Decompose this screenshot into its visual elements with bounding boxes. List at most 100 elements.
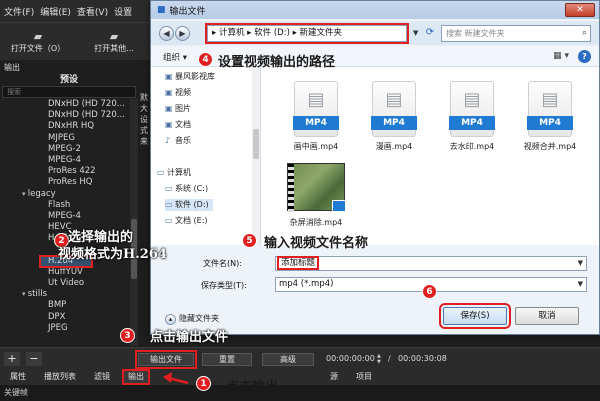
menu-edit[interactable]: 编辑(E) xyxy=(40,5,71,18)
file-name: 漫画.mp4 xyxy=(375,142,413,151)
address-dropdown-icon[interactable]: ▼ xyxy=(413,29,418,37)
preset-search-input[interactable]: 搜索 xyxy=(2,86,136,98)
step-badge-3: 3 xyxy=(120,328,135,343)
nav-item-label: 文档 (E:) xyxy=(175,216,208,225)
video-file-icon: ▤ MP4 xyxy=(527,81,573,137)
folder-open-icon: ▰ xyxy=(33,29,43,43)
preset-group[interactable]: legacy xyxy=(0,189,130,200)
preset-item[interactable]: ProRes 422 xyxy=(0,166,130,177)
file-type-badge: MP4 xyxy=(449,116,495,130)
save-button[interactable]: 保存(S) xyxy=(439,303,511,329)
tab-playlist[interactable]: 播放列表 xyxy=(44,371,76,383)
presets-heading: 预设 xyxy=(59,75,78,85)
preset-item[interactable]: DNxHR HQ xyxy=(0,121,130,132)
dialog-titlebar[interactable]: ■ 输出文件 xyxy=(151,1,599,19)
cancel-button[interactable]: 取消 xyxy=(515,307,579,325)
app-toolbar: ▰ 打开文件（O） ▰ 打开其他... xyxy=(0,22,160,60)
preset-item[interactable]: HuffYUV xyxy=(0,267,130,278)
preset-item[interactable]: MPEG-4 xyxy=(0,211,130,222)
file-type-badge: MP4 xyxy=(527,116,573,130)
dock-tabs: 属性 播放列表 滤镜 输出 源 项目 xyxy=(0,369,600,385)
tab-project[interactable]: 项目 xyxy=(356,371,372,383)
file-item[interactable]: ▤ MP4 画中画.mp4 xyxy=(281,73,351,163)
help-icon[interactable]: ? xyxy=(578,50,591,63)
file-name: 去水印.mp4 xyxy=(449,142,495,151)
tab-source[interactable]: 源 xyxy=(330,371,338,383)
nav-item-label: 音乐 xyxy=(175,136,191,145)
nav-item[interactable]: ▣ 视频 xyxy=(165,87,191,99)
nav-item[interactable]: ▭ 系统 (C:) xyxy=(165,183,208,195)
tab-properties[interactable]: 属性 xyxy=(10,371,26,383)
export-file-button[interactable]: 输出文件 xyxy=(135,350,197,369)
video-file-icon: ▤ MP4 xyxy=(449,81,495,137)
app-menubar: 文件(F) 编辑(E) 查看(V) 设置 xyxy=(0,0,160,22)
open-other-button[interactable]: ▰ 打开其他... xyxy=(78,30,150,54)
file-item[interactable]: ▤ MP4 去水印.mp4 xyxy=(437,73,507,163)
preset-item[interactable]: Ut Video xyxy=(0,278,130,289)
step-badge-6: 6 xyxy=(422,284,437,299)
nav-item[interactable]: ▭ 软件 (D:) xyxy=(165,199,213,211)
folder-search-input[interactable]: 搜索 新建文件夹 ⌕ xyxy=(441,25,591,42)
preset-list-scrollbar[interactable] xyxy=(130,99,138,346)
timecode-stepper[interactable]: ▲ ▼ xyxy=(377,353,383,365)
filename-input[interactable]: 添加标题 ▼ xyxy=(275,256,587,271)
nav-scrollbar-thumb[interactable] xyxy=(253,129,259,159)
timecode-in[interactable]: 00:00:00:00 xyxy=(326,354,375,363)
menu-view[interactable]: 查看(V) xyxy=(77,5,108,18)
preset-item[interactable]: DPX xyxy=(0,312,130,323)
preset-item[interactable]: DNxHD (HD 720... xyxy=(0,99,130,110)
navigation-scrollbar[interactable] xyxy=(252,67,260,245)
drive-icon: ▭ xyxy=(165,216,173,225)
reset-button[interactable]: 重置 xyxy=(202,353,252,366)
view-options-icon[interactable]: ▦ ▾ xyxy=(553,51,569,61)
preset-item[interactable]: ProRes HQ xyxy=(0,177,130,188)
dialog-app-icon: ■ xyxy=(157,5,166,15)
export-bottom-bar: + − 输出文件 重置 高级 00:00:00:00 ▲ ▼ / 00:00:30… xyxy=(0,347,600,369)
video-file-icon: ▤ MP4 xyxy=(371,81,417,137)
preset-item[interactable]: MPEG-4 xyxy=(0,155,130,166)
film-reel-icon: ▤ xyxy=(385,89,403,110)
forward-button[interactable]: ▶ xyxy=(175,26,190,41)
dialog-close-button[interactable]: ✕ xyxy=(565,3,595,17)
nav-item[interactable]: ♪ 音乐 xyxy=(165,135,191,147)
preset-group[interactable]: stills xyxy=(0,289,130,300)
preset-item[interactable]: BMP xyxy=(0,300,130,311)
tab-filters[interactable]: 滤镜 xyxy=(94,371,110,383)
preset-item[interactable]: MJPEG xyxy=(0,133,130,144)
nav-item[interactable]: ▣ 暴风影视库 xyxy=(165,71,215,83)
preset-item[interactable]: Flash xyxy=(0,200,130,211)
preset-item[interactable]: MPEG-2 xyxy=(0,144,130,155)
tab-export[interactable]: 输出 xyxy=(122,369,150,385)
back-button[interactable]: ◀ xyxy=(159,26,174,41)
file-item[interactable]: ▤ MP4 漫画.mp4 xyxy=(359,73,429,163)
film-reel-icon: ▤ xyxy=(307,89,325,110)
add-preset-button[interactable]: + xyxy=(4,352,20,366)
menu-settings[interactable]: 设置 xyxy=(114,5,132,18)
filetype-value: mp4 (*.mp4) xyxy=(279,279,334,289)
nav-item[interactable]: ▭ 文档 (E:) xyxy=(165,215,208,227)
file-item[interactable]: ▤ MP4 视频合并.mp4 xyxy=(515,73,585,163)
chevron-down-icon[interactable]: ▼ xyxy=(578,257,583,270)
address-bar[interactable]: ▸ 计算机 ▸ 软件 (D:) ▸ 新建文件夹 xyxy=(205,23,409,44)
search-placeholder: 搜索 新建文件夹 xyxy=(446,29,505,38)
nav-item[interactable]: ▭ 计算机 xyxy=(157,167,191,179)
hide-folders-toggle[interactable]: ▴ 隐藏文件夹 xyxy=(165,313,219,325)
nav-item[interactable]: ▣ 图片 xyxy=(165,103,191,115)
note-click-export: 点击输出 xyxy=(226,380,279,395)
open-other-label: 打开其他... xyxy=(94,43,134,53)
preset-item[interactable]: JPEG xyxy=(0,323,130,334)
note-select-format-line2: 视频格式为H.264 xyxy=(58,247,167,262)
preset-item[interactable]: DNxHD (HD 720... xyxy=(0,110,130,121)
advanced-button[interactable]: 高级 xyxy=(262,353,314,366)
nav-item-label: 系统 (C:) xyxy=(175,184,209,193)
open-file-button[interactable]: ▰ 打开文件（O） xyxy=(2,30,74,54)
film-strip-icon xyxy=(288,164,294,212)
nav-item-label: 视频 xyxy=(175,88,191,97)
chevron-down-icon: ▼ xyxy=(577,280,583,288)
file-type-badge: MP4 xyxy=(293,116,339,130)
nav-item[interactable]: ▣ 文档 xyxy=(165,119,191,131)
refresh-icon[interactable]: ⟳ xyxy=(423,26,437,40)
remove-preset-button[interactable]: − xyxy=(26,352,42,366)
organize-button[interactable]: 组织 ▾ xyxy=(163,51,187,63)
menu-file[interactable]: 文件(F) xyxy=(4,5,34,18)
